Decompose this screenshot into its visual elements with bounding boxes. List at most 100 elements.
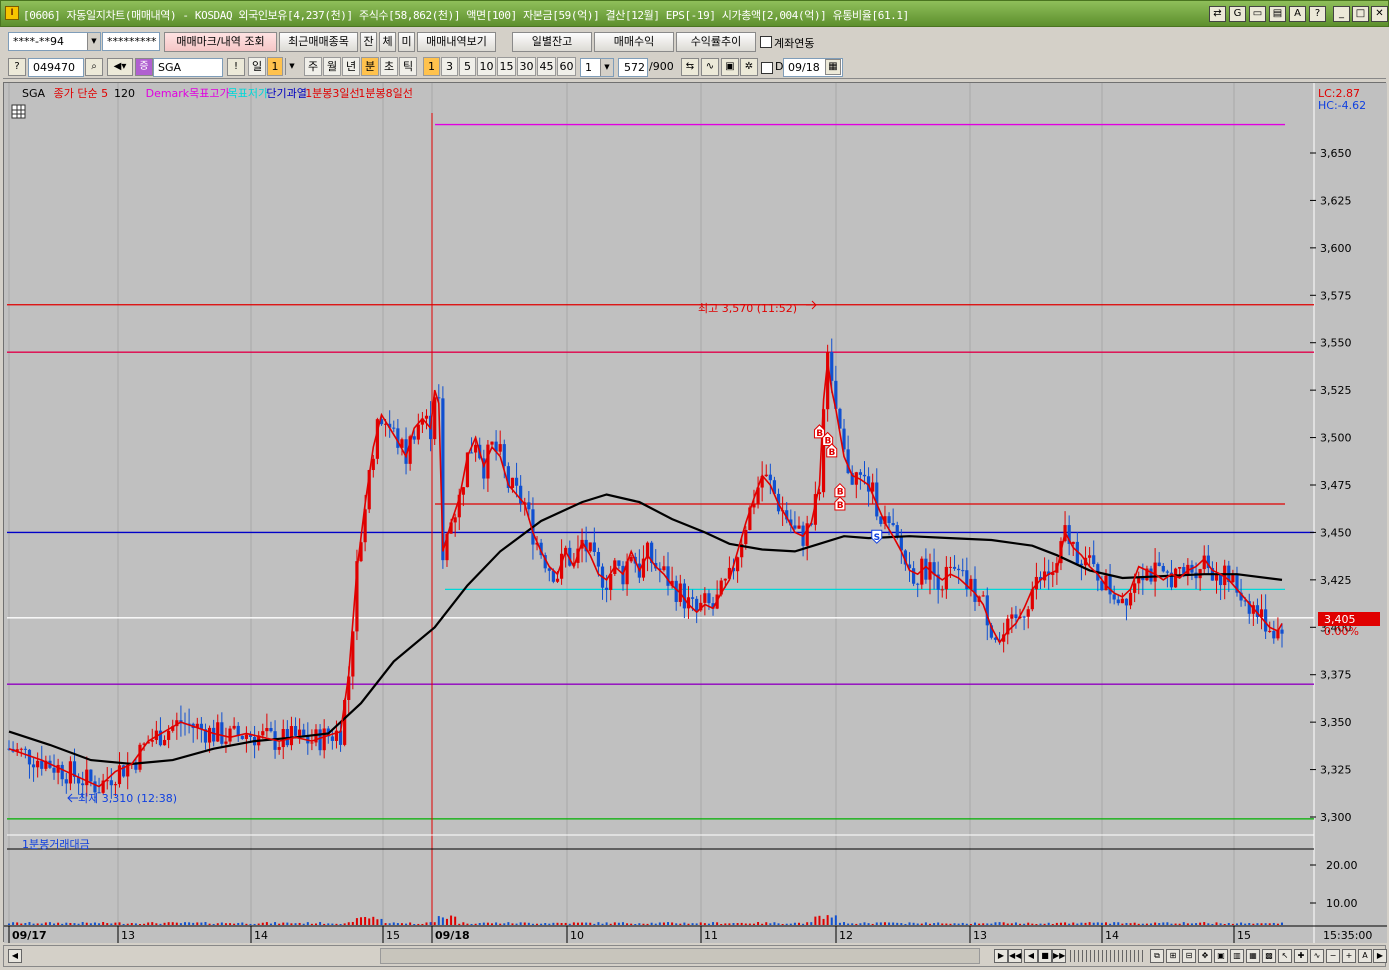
zoom-out-icon[interactable]: ⊟: [1182, 949, 1196, 963]
stock-code-input[interactable]: 049470: [28, 58, 84, 77]
legend-item[interactable]: Demark목표고가: [146, 87, 230, 100]
trade-profit-button[interactable]: 매매수익: [594, 32, 674, 52]
volume-bar: [564, 922, 567, 925]
zoom-in-icon[interactable]: ⊞: [1166, 949, 1180, 963]
layout-icon[interactable]: ▦: [1246, 949, 1260, 963]
scroll-left-icon[interactable]: ◀: [8, 949, 22, 963]
legend-item[interactable]: 1분봉3일선: [305, 86, 359, 100]
minimize-button[interactable]: _: [1333, 6, 1350, 22]
warning-icon[interactable]: !: [227, 58, 245, 76]
fit-icon[interactable]: ▣: [1214, 949, 1228, 963]
data-count-input[interactable]: 572: [618, 58, 648, 77]
volume-bar: [159, 923, 162, 925]
font-icon[interactable]: A: [1358, 949, 1372, 963]
volume-bar: [863, 922, 866, 925]
share-icon[interactable]: G: [1229, 6, 1246, 22]
tab-second[interactable]: 초: [380, 57, 398, 76]
cross-icon[interactable]: ✚: [1294, 949, 1308, 963]
daily-balance-button[interactable]: 일별잔고: [512, 32, 592, 52]
interval-15[interactable]: 15: [497, 57, 516, 76]
screen-icon[interactable]: ▭: [1249, 6, 1266, 22]
speed-slider[interactable]: [1070, 950, 1144, 962]
scroll-right-icon[interactable]: ▶: [994, 949, 1008, 963]
recent-trades-button[interactable]: 최근매매종목: [279, 32, 358, 52]
interval-45[interactable]: 45: [537, 57, 556, 76]
mark-history-button[interactable]: 매매마크/내역 조회: [164, 32, 277, 52]
volume-bar: [1121, 923, 1124, 925]
stop-icon[interactable]: ■: [1038, 949, 1052, 963]
rewind-icon[interactable]: ◀◀: [1008, 949, 1022, 963]
search-icon[interactable]: ⌕: [85, 58, 103, 76]
close-button[interactable]: ✕: [1371, 6, 1388, 22]
legend-item[interactable]: SGA: [22, 87, 46, 100]
volume-bar: [237, 922, 240, 925]
interval-10[interactable]: 10: [477, 57, 496, 76]
chart-compare-icon[interactable]: ∿: [701, 58, 719, 76]
settings-gear-icon[interactable]: ✲: [740, 58, 758, 76]
save-icon[interactable]: ▣: [721, 58, 739, 76]
font-increase-icon[interactable]: +: [1342, 949, 1356, 963]
zoom-window-icon[interactable]: ⧉: [1150, 949, 1164, 963]
grid-table-icon[interactable]: [11, 104, 26, 119]
pan-icon[interactable]: ✥: [1198, 949, 1212, 963]
volume-bar: [1027, 922, 1030, 925]
interval-3[interactable]: 3: [441, 57, 458, 76]
grid-icon[interactable]: ▩: [1262, 949, 1276, 963]
stock-name-field[interactable]: SGA: [153, 58, 223, 77]
help-icon[interactable]: ?: [1309, 6, 1326, 22]
wave-icon[interactable]: ∿: [1310, 949, 1324, 963]
pointer-icon[interactable]: ↖: [1278, 949, 1292, 963]
account-link-checkbox[interactable]: [760, 36, 772, 48]
tab-minute[interactable]: 분: [361, 57, 379, 76]
interval-30[interactable]: 30: [517, 57, 536, 76]
tab-week[interactable]: 주: [304, 57, 322, 76]
price-chart[interactable]: BBBBBS 3,6503,6253,6003,5753,5503,5253,5…: [4, 83, 1387, 943]
print-icon[interactable]: ▤: [1269, 6, 1286, 22]
font-icon[interactable]: A: [1289, 6, 1306, 22]
play-back-icon[interactable]: ◀: [1024, 949, 1038, 963]
tab-day-count[interactable]: 1: [267, 57, 283, 76]
tab-day[interactable]: 일: [248, 57, 266, 76]
volume-bar: [474, 923, 477, 925]
legend-item[interactable]: 1분봉8일선: [358, 86, 412, 100]
tab-year[interactable]: 년: [342, 57, 360, 76]
maximize-button[interactable]: □: [1352, 6, 1369, 22]
tool-arrows-icon[interactable]: ⇆: [681, 58, 699, 76]
volume-bar: [777, 923, 780, 925]
calendar-icon[interactable]: ▦: [825, 59, 841, 75]
unfilled-button[interactable]: 미: [398, 32, 415, 52]
volume-bar: [867, 923, 870, 925]
password-input[interactable]: *********: [102, 32, 160, 51]
split-icon[interactable]: ▥: [1230, 949, 1244, 963]
chart-scrollbar[interactable]: ◀ ▶ ◀◀ ◀ ■ ▶▶ ⧉ ⊞ ⊟ ✥ ▣ ▥ ▦ ▩ ↖ ✚ ∿ − + …: [3, 945, 1387, 967]
day-count-dropdown-icon[interactable]: ▼: [285, 58, 298, 75]
interval-5[interactable]: 5: [459, 57, 476, 76]
tab-tick[interactable]: 틱: [399, 57, 417, 76]
interval-1[interactable]: 1: [423, 57, 440, 76]
legend-item[interactable]: 단기과열: [266, 87, 306, 100]
tab-month[interactable]: 월: [323, 57, 341, 76]
chart-area[interactable]: BBBBBS 3,650 3,625 3,600 3,575 3,550 3,525 3,5…: [3, 82, 1387, 943]
view-history-button[interactable]: 매매내역보기: [417, 32, 496, 52]
return-trend-button[interactable]: 수익률추이: [676, 32, 756, 52]
legend-item[interactable]: 목표저가: [228, 87, 268, 100]
interval-60[interactable]: 60: [557, 57, 576, 76]
d-checkbox[interactable]: [761, 62, 773, 74]
legend-item[interactable]: 종가 단순 5: [54, 87, 108, 100]
volume-bar: [822, 918, 825, 925]
legend-item[interactable]: 120: [114, 87, 135, 100]
font-decrease-icon[interactable]: −: [1326, 949, 1340, 963]
speaker-icon[interactable]: ◀▾: [107, 58, 133, 76]
scroll-end-icon[interactable]: ▶: [1373, 949, 1387, 963]
candle-body: [592, 542, 596, 553]
link-icon[interactable]: ⇄: [1209, 6, 1226, 22]
volume-bar: [48, 922, 51, 925]
account-dropdown-icon[interactable]: ▼: [87, 33, 100, 50]
fast-forward-icon[interactable]: ▶▶: [1052, 949, 1066, 963]
balance-button[interactable]: 잔: [360, 32, 377, 52]
scroll-thumb[interactable]: [380, 948, 980, 964]
volume-tick-label: 20.00: [1326, 859, 1358, 872]
code-help-icon[interactable]: ?: [8, 58, 26, 76]
executed-button[interactable]: 체: [379, 32, 396, 52]
multiplier-dropdown-icon[interactable]: ▼: [600, 59, 613, 76]
